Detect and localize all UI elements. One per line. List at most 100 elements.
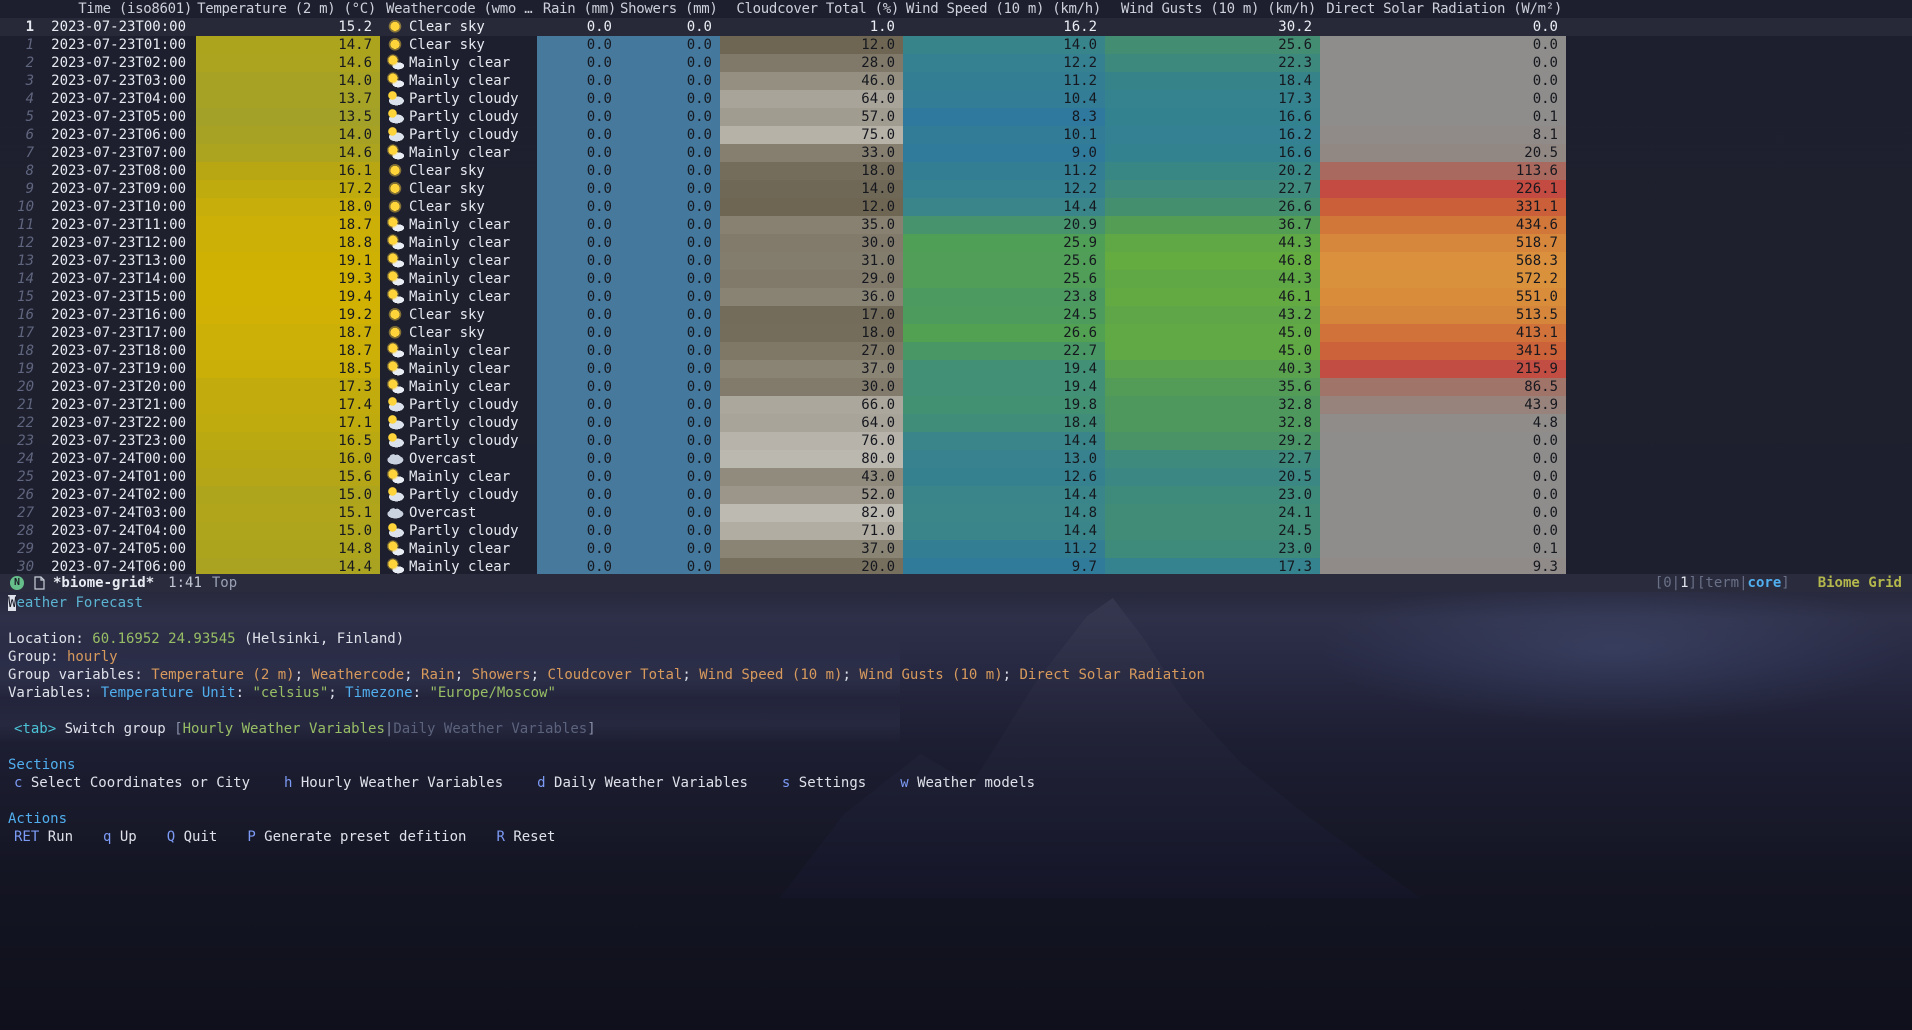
sun-behind-small-cloud-icon	[386, 234, 404, 250]
table-row[interactable]: 102023-07-23T10:0018.0Clear sky0.00.012.…	[0, 198, 1912, 216]
table-row[interactable]: 172023-07-23T17:0018.7Clear sky0.00.018.…	[0, 324, 1912, 342]
action-item-label: Quit	[184, 829, 218, 845]
table-row[interactable]: 202023-07-23T20:0017.3Mainly clear0.00.0…	[0, 378, 1912, 396]
table-row[interactable]: 222023-07-23T22:0017.1Partly cloudy0.00.…	[0, 414, 1912, 432]
cell-rain: 0.0	[537, 18, 620, 36]
group-variable[interactable]: Weathercode	[311, 667, 404, 683]
cloud-icon	[386, 504, 404, 520]
group-value[interactable]: hourly	[67, 649, 118, 665]
cell-rain: 0.0	[537, 324, 620, 342]
table-row[interactable]: 112023-07-23T11:0018.7Mainly clear0.00.0…	[0, 216, 1912, 234]
cell-rain: 0.0	[537, 144, 620, 162]
modeline-tab-term[interactable]: term	[1705, 574, 1739, 592]
group-variable[interactable]: Showers	[472, 667, 531, 683]
table-row[interactable]: 182023-07-23T18:0018.7Mainly clear0.00.0…	[0, 342, 1912, 360]
cell-solar: 0.1	[1320, 108, 1566, 126]
table-row[interactable]: 92023-07-23T09:0017.2Clear sky0.00.014.0…	[0, 180, 1912, 198]
cell-rain: 0.0	[537, 180, 620, 198]
action-item-q[interactable]: QQuit	[167, 828, 218, 846]
cell-wind: 24.5	[903, 306, 1105, 324]
cell-solar: 568.3	[1320, 252, 1566, 270]
cell-time: 2023-07-24T03:00	[42, 504, 196, 522]
table-row[interactable]: 292023-07-24T05:0014.8Mainly clear0.00.0…	[0, 540, 1912, 558]
group-variable[interactable]: Rain	[421, 667, 455, 683]
action-item-r[interactable]: RReset	[496, 828, 555, 846]
cell-wind: 13.0	[903, 450, 1105, 468]
cell-gusts: 17.3	[1105, 558, 1320, 574]
sun-behind-small-cloud-icon	[386, 540, 404, 556]
group-variable[interactable]: Direct Solar Radiation	[1020, 667, 1205, 683]
table-row[interactable]: 152023-07-23T15:0019.4Mainly clear0.00.0…	[0, 288, 1912, 306]
group-variable[interactable]: Cloudcover Total	[547, 667, 682, 683]
section-item-h[interactable]: hHourly Weather Variables	[284, 774, 503, 792]
cell-time: 2023-07-23T13:00	[42, 252, 196, 270]
table-row[interactable]: 82023-07-23T08:0016.1Clear sky0.00.018.0…	[0, 162, 1912, 180]
weather-label: Mainly clear	[409, 361, 510, 377]
table-row[interactable]: 302023-07-24T06:0014.4Mainly clear0.00.0…	[0, 558, 1912, 574]
modeline-right: [0| 1 ][ term | core ] Biome Grid	[1655, 574, 1902, 592]
table-row[interactable]: 192023-07-23T19:0018.5Mainly clear0.00.0…	[0, 360, 1912, 378]
column-header-time[interactable]: Time (iso8601)	[42, 0, 196, 18]
tab-option-active[interactable]: Hourly Weather Variables	[183, 721, 385, 737]
table-row[interactable]: 282023-07-24T04:0015.0Partly cloudy0.00.…	[0, 522, 1912, 540]
table-row[interactable]: 232023-07-23T23:0016.5Partly cloudy0.00.…	[0, 432, 1912, 450]
action-item-q[interactable]: qUp	[103, 828, 137, 846]
column-header-showers[interactable]: Showers (mm)	[620, 0, 720, 18]
cell-cloud: 1.0	[720, 18, 903, 36]
action-item-p[interactable]: PGenerate preset defition	[247, 828, 466, 846]
column-header-weather[interactable]: Weathercode (wmo …	[380, 0, 537, 18]
cell-gusts: 36.7	[1105, 216, 1320, 234]
cell-line: 20	[0, 378, 42, 396]
cell-wind: 20.9	[903, 216, 1105, 234]
table-row[interactable]: 122023-07-23T12:0018.8Mainly clear0.00.0…	[0, 234, 1912, 252]
cell-time: 2023-07-23T06:00	[42, 126, 196, 144]
section-item-c[interactable]: cSelect Coordinates or City	[14, 774, 250, 792]
workspace-current[interactable]: 1	[1680, 574, 1688, 592]
modeline-tab-core[interactable]: core	[1748, 574, 1782, 592]
cell-temp: 18.7	[196, 216, 380, 234]
column-header-gusts[interactable]: Wind Gusts (10 m) (km/h)	[1105, 0, 1320, 18]
table-row[interactable]: 62023-07-23T06:0014.0Partly cloudy0.00.0…	[0, 126, 1912, 144]
cell-time: 2023-07-23T00:00	[42, 18, 196, 36]
group-variable[interactable]: Wind Gusts (10 m)	[859, 667, 1002, 683]
table-row[interactable]: 52023-07-23T05:0013.5Partly cloudy0.00.0…	[0, 108, 1912, 126]
table-row[interactable]: 142023-07-23T14:0019.3Mainly clear0.00.0…	[0, 270, 1912, 288]
section-item-s[interactable]: sSettings	[782, 774, 866, 792]
location-coordinates[interactable]: 60.16952 24.93545	[92, 631, 235, 647]
tab-key-hint[interactable]: <tab>	[14, 721, 56, 737]
column-header-wind[interactable]: Wind Speed (10 m) (km/h)	[903, 0, 1105, 18]
table-row[interactable]: 22023-07-23T02:0014.6Mainly clear0.00.02…	[0, 54, 1912, 72]
table-row[interactable]: 12023-07-23T01:0014.7Clear sky0.00.012.0…	[0, 36, 1912, 54]
table-row[interactable]: 212023-07-23T21:0017.4Partly cloudy0.00.…	[0, 396, 1912, 414]
table-row[interactable]: 272023-07-24T03:0015.1Overcast0.00.082.0…	[0, 504, 1912, 522]
sun-icon	[386, 198, 404, 214]
table-row[interactable]: 12023-07-23T00:0015.2Clear sky0.00.01.01…	[0, 18, 1912, 36]
section-item-w[interactable]: wWeather models	[900, 774, 1035, 792]
blank-line	[0, 612, 1912, 630]
column-header-rain[interactable]: Rain (mm)	[537, 0, 620, 18]
action-item-ret[interactable]: RETRun	[14, 828, 73, 846]
table-row[interactable]: 252023-07-24T01:0015.6Mainly clear0.00.0…	[0, 468, 1912, 486]
major-mode-name[interactable]: Biome Grid	[1818, 574, 1902, 592]
separator: ;	[1003, 667, 1020, 683]
cell-weather: Partly cloudy	[380, 486, 537, 504]
buffer-name[interactable]: *biome-grid*	[53, 574, 154, 592]
table-row[interactable]: 32023-07-23T03:0014.0Mainly clear0.00.04…	[0, 72, 1912, 90]
table-row[interactable]: 262023-07-24T02:0015.0Partly cloudy0.00.…	[0, 486, 1912, 504]
table-row[interactable]: 162023-07-23T16:0019.2Clear sky0.00.017.…	[0, 306, 1912, 324]
weather-label: Mainly clear	[409, 379, 510, 395]
table-row[interactable]: 42023-07-23T04:0013.7Partly cloudy0.00.0…	[0, 90, 1912, 108]
cell-weather: Clear sky	[380, 306, 537, 324]
cell-gusts: 16.6	[1105, 108, 1320, 126]
column-header-temp[interactable]: Temperature (2 m) (°C)	[196, 0, 380, 18]
group-variable[interactable]: Temperature (2 m)	[151, 667, 294, 683]
table-row[interactable]: 72023-07-23T07:0014.6Mainly clear0.00.03…	[0, 144, 1912, 162]
tab-option-inactive[interactable]: Daily Weather Variables	[393, 721, 587, 737]
cell-gusts: 44.3	[1105, 270, 1320, 288]
group-variable[interactable]: Wind Speed (10 m)	[699, 667, 842, 683]
column-header-cloud[interactable]: Cloudcover Total (%)	[720, 0, 903, 18]
section-item-d[interactable]: dDaily Weather Variables	[537, 774, 748, 792]
column-header-solar[interactable]: Direct Solar Radiation (W/m²)	[1320, 0, 1566, 18]
table-row[interactable]: 132023-07-23T13:0019.1Mainly clear0.00.0…	[0, 252, 1912, 270]
table-row[interactable]: 242023-07-24T00:0016.0Overcast0.00.080.0…	[0, 450, 1912, 468]
